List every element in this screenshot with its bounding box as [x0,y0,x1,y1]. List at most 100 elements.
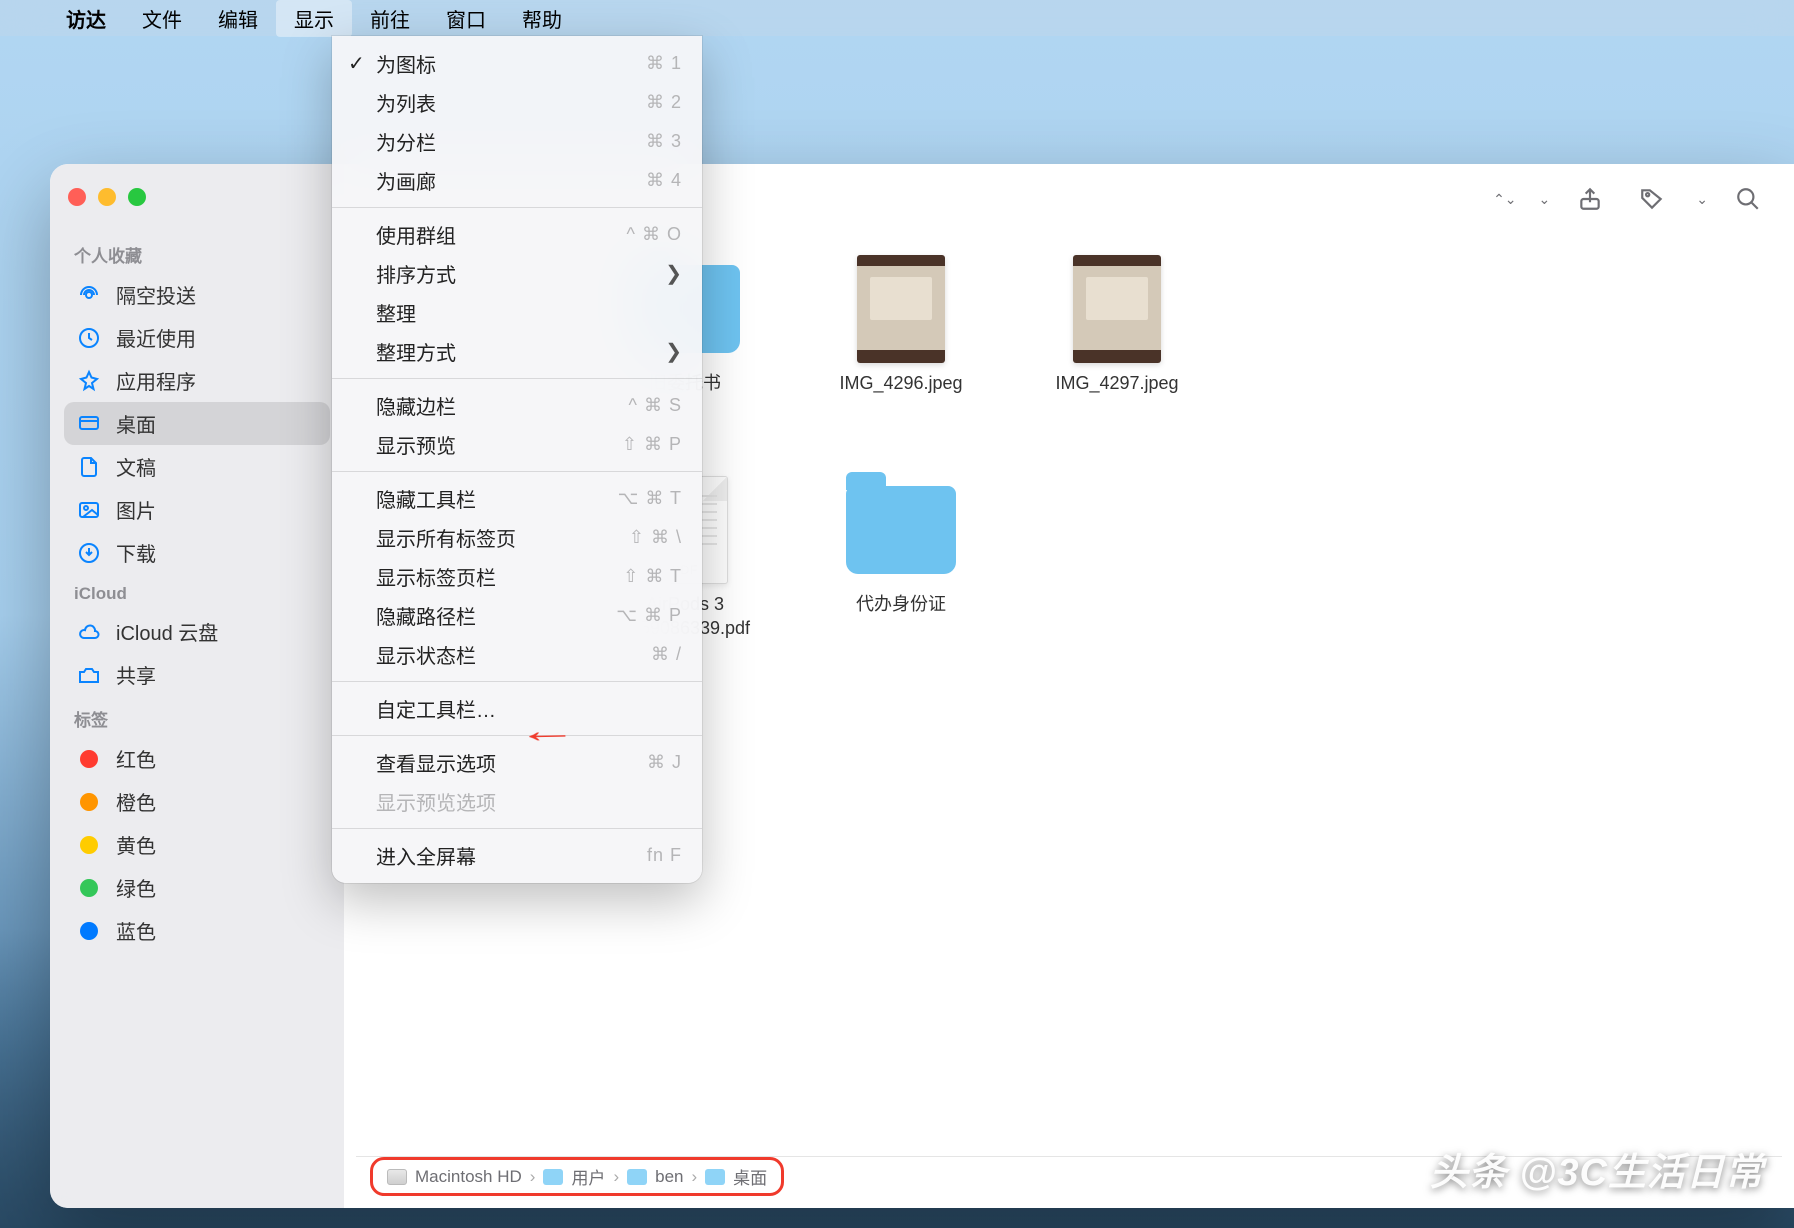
file-thumbnail [841,475,961,585]
sidebar-header: 个人收藏 [64,232,330,273]
file-label: 代办身份证 [856,593,946,616]
sidebar-item-label: 绿色 [116,873,156,902]
menu-item-label: 为图标 [376,49,436,78]
desktop-icon [76,411,102,437]
chevron-right-icon: ❯ [665,339,682,364]
app-menu[interactable]: 访达 [48,0,124,37]
menu-item[interactable]: 整理 [332,293,702,332]
menu-item-label: 查看显示选项 [376,748,496,777]
disk-icon [387,1169,407,1185]
menu-item-label: 自定工具栏… [376,694,496,723]
sidebar-item[interactable]: 黄色 [64,823,330,866]
menu-item[interactable]: 显示标签页栏⇧ ⌘ T [332,557,702,596]
menu-item-label: 进入全屏幕 [376,841,476,870]
annotation-arrow: ← [515,711,579,751]
view-menu-dropdown: ✓为图标⌘ 1为列表⌘ 2为分栏⌘ 3为画廊⌘ 4使用群组^ ⌘ O排序方式❯整… [332,36,702,883]
sidebar-item[interactable]: 红色 [64,737,330,780]
menu-item-label: 隐藏路径栏 [376,601,476,630]
menu-item[interactable]: ✓为图标⌘ 1 [332,44,702,83]
tag-dot-icon [80,836,98,854]
path-separator: › [613,1167,619,1187]
sidebar: 个人收藏隔空投送最近使用应用程序桌面文稿图片下载iCloudiCloud 云盘共… [50,164,344,1208]
menu-help[interactable]: 帮助 [504,0,580,37]
path-segment[interactable]: ben [655,1167,683,1187]
menu-item[interactable]: 显示预览⇧ ⌘ P [332,425,702,464]
tag-dot-icon [80,750,98,768]
download-icon [76,540,102,566]
search-button[interactable] [1726,180,1770,218]
path-segment[interactable]: 桌面 [733,1164,767,1189]
menu-item: 显示预览选项 [332,782,702,821]
menu-shortcut: ⌘ 1 [646,53,682,74]
sidebar-item[interactable]: 最近使用 [64,316,330,359]
tag-dot-icon [80,793,98,811]
path-segment[interactable]: 用户 [571,1164,605,1189]
menu-item[interactable]: 整理方式❯ [332,332,702,371]
sidebar-item-label: 隔空投送 [116,280,196,309]
menu-file[interactable]: 文件 [124,0,200,37]
action-button[interactable]: ⌄ [1692,191,1708,208]
menu-item[interactable]: 显示状态栏⌘ / [332,635,702,674]
sidebar-item[interactable]: 图片 [64,488,330,531]
sidebar-item-label: 蓝色 [116,916,156,945]
sidebar-item[interactable]: 共享 [64,653,330,696]
menu-separator [332,378,702,379]
sidebar-item[interactable]: 桌面 [64,402,330,445]
menu-window[interactable]: 窗口 [428,0,504,37]
sidebar-item-label: iCloud 云盘 [116,617,218,646]
menu-item[interactable]: 为分栏⌘ 3 [332,122,702,161]
sidebar-header: 标签 [64,696,330,737]
apps-icon [76,368,102,394]
tag-icon [1639,186,1665,212]
sidebar-item[interactable]: iCloud 云盘 [64,610,330,653]
window-controls [64,182,330,232]
close-button[interactable] [68,188,86,206]
search-icon [1735,186,1761,212]
sidebar-item[interactable]: 文稿 [64,445,330,488]
menu-item[interactable]: 使用群组^ ⌘ O [332,215,702,254]
share-button[interactable] [1568,180,1612,218]
sidebar-item-label: 橙色 [116,787,156,816]
zoom-button[interactable] [128,188,146,206]
file-item[interactable]: IMG_4296.jpeg [806,254,996,395]
menu-view[interactable]: 显示 [276,0,352,37]
file-label: IMG_4296.jpeg [839,372,962,395]
photo-icon [857,255,945,363]
file-item[interactable]: 代办身份证 [806,475,996,640]
menu-go[interactable]: 前往 [352,0,428,37]
tags-button[interactable] [1630,180,1674,218]
menu-shortcut: ⌘ J [647,752,682,773]
group-switcher[interactable]: ⌄ [1535,191,1551,208]
airdrop-icon [76,282,102,308]
menu-item[interactable]: 为画廊⌘ 4 [332,161,702,200]
menu-shortcut: ⌘ / [651,644,682,665]
view-switcher[interactable]: ⌃⌄ [1489,191,1516,208]
menu-item-label: 排序方式 [376,259,456,288]
sidebar-item-label: 图片 [116,495,156,524]
sidebar-item[interactable]: 隔空投送 [64,273,330,316]
tag-dot-icon [80,879,98,897]
menu-item[interactable]: 进入全屏幕fn F [332,836,702,875]
sidebar-item[interactable]: 绿色 [64,866,330,909]
file-item[interactable]: IMG_4297.jpeg [1022,254,1212,395]
file-label: IMG_4297.jpeg [1055,372,1178,395]
menu-item[interactable]: 为列表⌘ 2 [332,83,702,122]
menu-item[interactable]: 隐藏工具栏⌥ ⌘ T [332,479,702,518]
menu-item[interactable]: 显示所有标签页⇧ ⌘ \ [332,518,702,557]
clock-icon [76,325,102,351]
path-segment[interactable]: Macintosh HD [415,1167,522,1187]
menu-shortcut: ⌘ 4 [646,170,682,191]
sidebar-item[interactable]: 蓝色 [64,909,330,952]
sidebar-item[interactable]: 应用程序 [64,359,330,402]
menu-item[interactable]: 隐藏路径栏⌥ ⌘ P [332,596,702,635]
menu-edit[interactable]: 编辑 [200,0,276,37]
menu-separator [332,828,702,829]
menu-item-label: 显示预览 [376,430,456,459]
menu-item[interactable]: 隐藏边栏^ ⌘ S [332,386,702,425]
folder-icon [705,1169,725,1185]
menu-item-label: 隐藏边栏 [376,391,456,420]
minimize-button[interactable] [98,188,116,206]
sidebar-item[interactable]: 下载 [64,531,330,574]
menu-item[interactable]: 排序方式❯ [332,254,702,293]
sidebar-item[interactable]: 橙色 [64,780,330,823]
